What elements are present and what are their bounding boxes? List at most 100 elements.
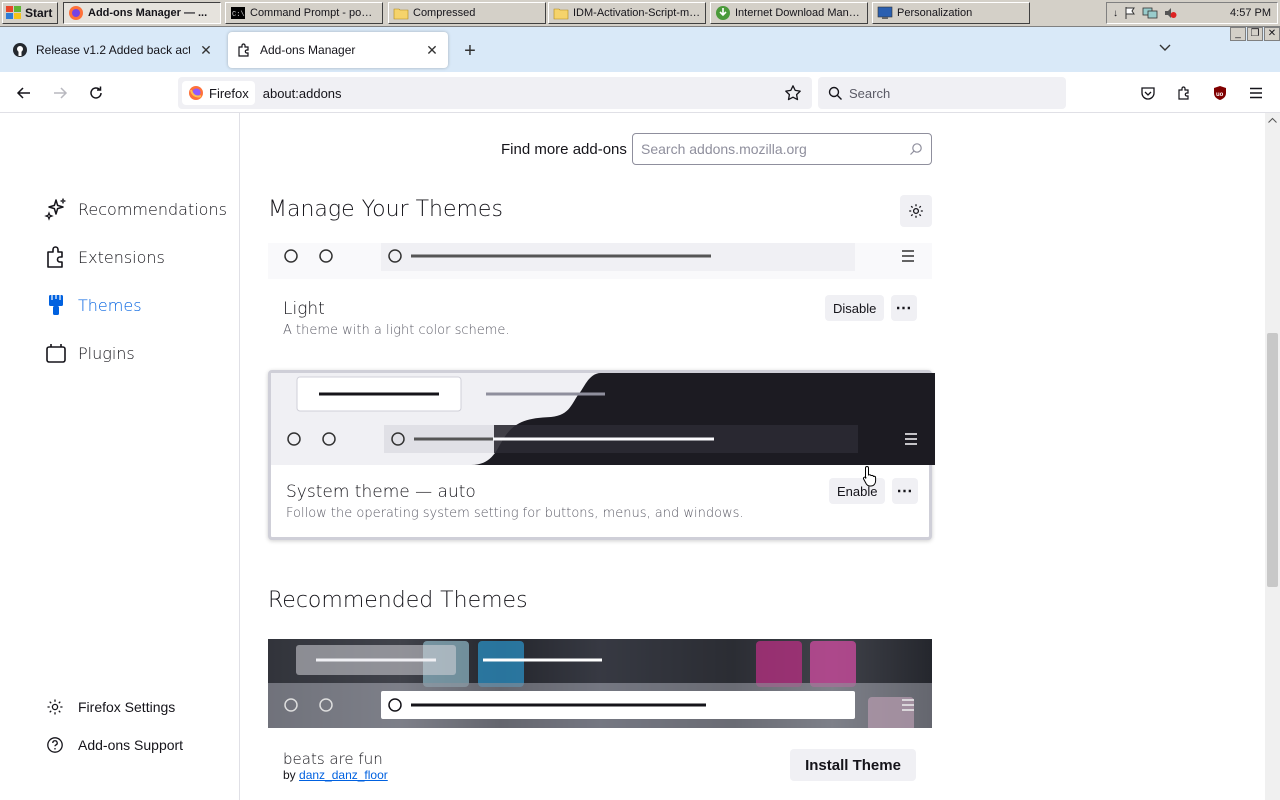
network-icon[interactable] (1142, 6, 1158, 20)
theme-card-system-auto[interactable]: System theme — auto Follow the operating… (268, 370, 935, 540)
pocket-button[interactable] (1135, 80, 1161, 106)
minimize-icon[interactable]: _ (1230, 27, 1246, 41)
addons-support-link[interactable]: Add-ons Support (46, 733, 183, 757)
category-label: Themes (78, 295, 142, 315)
taskbar-task-idm-script[interactable]: IDM-Activation-Script-main (548, 2, 706, 24)
gear-icon (909, 204, 923, 218)
help-icon (47, 737, 63, 753)
flag-icon[interactable] (1123, 6, 1137, 20)
scroll-up-icon[interactable] (1268, 117, 1277, 123)
ublock-shield-icon: uo (1214, 86, 1226, 100)
taskbar-task-label: IDM-Activation-Script-main (573, 7, 701, 19)
window-controls: _ ❐ ✕ (1230, 27, 1280, 41)
new-tab-button[interactable]: + (458, 39, 482, 63)
navigation-toolbar: Firefox about:addons Search uo (0, 72, 1280, 113)
identity-label: Firefox (209, 85, 249, 101)
idm-icon (716, 6, 730, 20)
search-placeholder: Search (849, 85, 891, 101)
close-window-icon[interactable]: ✕ (1264, 27, 1280, 41)
tab-strip: Release v1.2 Added back activatio ✕ Add-… (0, 27, 1280, 72)
category-plugins[interactable]: Plugins (44, 335, 135, 371)
theme-name: beats are fun (283, 750, 383, 768)
firefox-settings-link[interactable]: Firefox Settings (46, 695, 175, 719)
category-extensions[interactable]: Extensions (44, 239, 165, 275)
taskbar-task-label: Command Prompt - powe... (250, 7, 378, 19)
scrollbar-thumb[interactable] (1267, 333, 1278, 587)
pocket-icon (1141, 87, 1155, 100)
theme-card-light[interactable]: Light A theme with a light color scheme.… (268, 243, 932, 355)
bookmark-star-icon[interactable] (784, 84, 802, 102)
list-all-tabs-icon[interactable] (1158, 43, 1172, 53)
hand-cursor-icon (862, 465, 877, 487)
github-icon (13, 43, 27, 57)
tab-label: Release v1.2 Added back activatio (36, 43, 190, 57)
theme-description: Follow the operating system setting for … (286, 506, 744, 521)
more-options-button[interactable]: ⋯ (891, 295, 917, 321)
amo-search-input[interactable]: Search addons.mozilla.org (632, 133, 932, 165)
tray-expand-icon[interactable]: ↓ (1113, 8, 1118, 19)
tab-addons-manager[interactable]: Add-ons Manager ✕ (228, 32, 448, 68)
start-button[interactable]: Start (2, 2, 58, 24)
footer-link-label: Firefox Settings (78, 699, 176, 715)
recommended-themes-heading: Recommended Themes (268, 588, 528, 613)
amo-search-placeholder: Search addons.mozilla.org (641, 141, 807, 157)
back-button[interactable] (11, 80, 37, 106)
theme-name: Light (283, 299, 325, 319)
search-icon (910, 143, 922, 155)
taskbar-task-personalization[interactable]: Personalization (872, 2, 1030, 24)
taskbar-task-addons-manager[interactable]: Add-ons Manager — ... (63, 2, 221, 24)
plugin-icon (46, 344, 66, 363)
sparkles-icon (44, 197, 67, 221)
display-icon (877, 6, 893, 19)
windows-taskbar: Start Add-ons Manager — ... C:\ Command … (0, 0, 1280, 27)
more-options-button[interactable]: ⋯ (892, 478, 918, 504)
categories-sidebar: Recommendations Extensions Themes Plugin… (0, 113, 240, 800)
puzzle-icon (238, 43, 249, 57)
more-options-icon: ⋯ (896, 483, 914, 500)
puzzle-icon (1178, 86, 1189, 100)
extensions-button[interactable] (1171, 80, 1197, 106)
disable-button[interactable]: Disable (825, 295, 885, 321)
url-bar[interactable]: Firefox about:addons (178, 77, 812, 109)
taskbar-task-label: Internet Download Mana... (735, 7, 863, 19)
footer-link-label: Add-ons Support (78, 737, 184, 753)
taskbar-task-label: Personalization (897, 7, 973, 19)
manage-themes-heading: Manage Your Themes (268, 197, 503, 222)
app-menu-button[interactable] (1243, 80, 1269, 106)
recommended-theme-card[interactable]: beats are fun by danz_danz_floor Install… (268, 639, 932, 800)
taskbar-task-idm[interactable]: Internet Download Mana... (710, 2, 868, 24)
taskbar-task-label: Compressed (413, 7, 476, 19)
ublock-origin-button[interactable]: uo (1207, 80, 1233, 106)
identity-box[interactable]: Firefox (182, 81, 255, 105)
category-themes[interactable]: Themes (44, 287, 142, 323)
author-link[interactable]: danz_danz_floor (299, 768, 388, 782)
folder-icon (553, 8, 569, 20)
brush-icon (49, 295, 63, 315)
volume-muted-icon[interactable] (1163, 6, 1177, 20)
url-text[interactable]: about:addons (263, 86, 784, 101)
windows-logo-icon (6, 6, 21, 19)
theme-preview (268, 243, 932, 279)
reload-button[interactable] (83, 80, 109, 106)
forward-button[interactable] (47, 80, 73, 106)
folder-icon (393, 8, 409, 20)
svg-text:C:\: C:\ (232, 11, 245, 19)
close-tab-icon[interactable]: ✕ (198, 42, 214, 58)
page-scrollbar[interactable] (1265, 113, 1280, 800)
category-recommendations[interactable]: Recommendations (44, 191, 227, 227)
addons-main-content: Find more add-ons Search addons.mozilla.… (241, 113, 1265, 800)
find-more-label: Find more add-ons (501, 141, 627, 158)
tools-menu-button[interactable] (900, 195, 932, 227)
restore-icon[interactable]: ❐ (1247, 27, 1263, 41)
tab-github-release[interactable]: Release v1.2 Added back activatio ✕ (4, 32, 222, 68)
install-theme-button[interactable]: Install Theme (790, 749, 916, 781)
firefox-icon (69, 6, 83, 20)
theme-author: by danz_danz_floor (283, 768, 388, 782)
close-tab-icon[interactable]: ✕ (424, 42, 440, 58)
gear-icon (47, 699, 63, 715)
taskbar-task-compressed[interactable]: Compressed (388, 2, 546, 24)
taskbar-task-command-prompt[interactable]: C:\ Command Prompt - powe... (225, 2, 383, 24)
clock[interactable]: 4:57 PM (1230, 7, 1271, 19)
search-bar[interactable]: Search (818, 77, 1066, 109)
cmd-icon: C:\ (231, 7, 245, 19)
